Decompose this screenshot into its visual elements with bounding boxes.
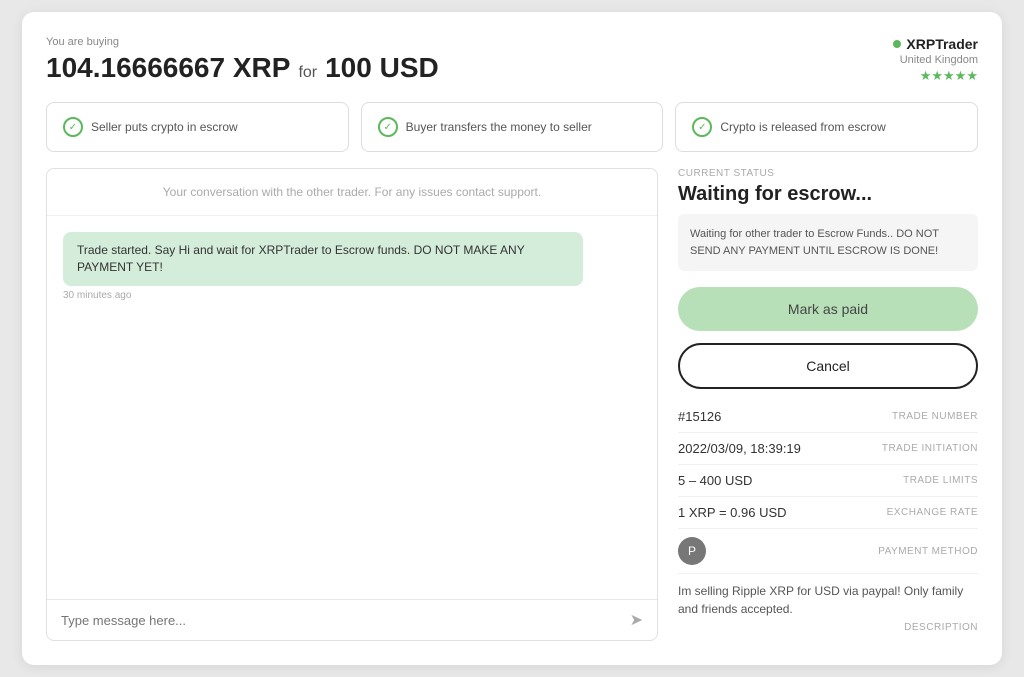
main-content: Your conversation with the other trader.… [46,168,978,641]
crypto-amount: 104.16666667 XRP [46,52,290,84]
chat-message-1: Trade started. Say Hi and wait for XRPTr… [63,232,641,301]
buying-info: You are buying 104.16666667 XRP for 100 … [46,36,439,84]
buying-label: You are buying [46,36,439,48]
chat-messages: Trade started. Say Hi and wait for XRPTr… [47,216,657,599]
step-1: ✓ Seller puts crypto in escrow [46,102,349,152]
trade-number-key: TRADE NUMBER [892,411,978,422]
step-2-icon: ✓ [378,117,398,137]
description-text: Im selling Ripple XRP for USD via paypal… [678,582,978,618]
main-container: You are buying 104.16666667 XRP for 100 … [22,12,1002,665]
trade-initiation-key: TRADE INITIATION [882,443,978,454]
exchange-rate-key: EXCHANGE RATE [887,507,978,518]
chat-bubble: Trade started. Say Hi and wait for XRPTr… [63,232,583,286]
step-3-icon: ✓ [692,117,712,137]
online-dot [893,40,901,48]
step-3: ✓ Crypto is released from escrow [675,102,978,152]
for-text: for [298,64,317,82]
exchange-rate-row: 1 XRP = 0.96 USD EXCHANGE RATE [678,497,978,529]
chat-header-note: Your conversation with the other trader.… [47,169,657,216]
payment-method-icon: P [678,537,706,565]
trade-details: #15126 TRADE NUMBER 2022/03/09, 18:39:19… [678,401,978,641]
cancel-button[interactable]: Cancel [678,343,978,389]
step-1-label: Seller puts crypto in escrow [91,119,238,136]
buying-amount: 104.16666667 XRP for 100 USD [46,52,439,84]
trade-initiation-value: 2022/03/09, 18:39:19 [678,441,801,456]
fiat-amount: 100 USD [325,52,439,84]
chat-input[interactable] [61,613,622,628]
status-section: CURRENT STATUS Waiting for escrow... Wai… [678,168,978,271]
chat-time: 30 minutes ago [63,290,641,301]
payment-method-key: PAYMENT METHOD [878,546,978,557]
trade-number-row: #15126 TRADE NUMBER [678,401,978,433]
step-2-label: Buyer transfers the money to seller [406,119,592,136]
chat-panel: Your conversation with the other trader.… [46,168,658,641]
top-bar: You are buying 104.16666667 XRP for 100 … [46,36,978,84]
chat-input-row[interactable]: ➤ [47,599,657,640]
current-status-label: CURRENT STATUS [678,168,978,179]
steps-row: ✓ Seller puts crypto in escrow ✓ Buyer t… [46,102,978,152]
send-icon[interactable]: ➤ [630,610,643,630]
exchange-rate-value: 1 XRP = 0.96 USD [678,505,787,520]
trade-number-value: #15126 [678,409,721,424]
step-2: ✓ Buyer transfers the money to seller [361,102,664,152]
right-panel: CURRENT STATUS Waiting for escrow... Wai… [678,168,978,641]
status-note: Waiting for other trader to Escrow Funds… [678,214,978,271]
step-3-label: Crypto is released from escrow [720,119,885,136]
trader-info: XRPTrader United Kingdom ★★★★★ [893,36,978,84]
status-title: Waiting for escrow... [678,183,978,206]
trader-country: United Kingdom [893,54,978,66]
step-1-icon: ✓ [63,117,83,137]
description-key: DESCRIPTION [678,622,978,633]
trade-initiation-row: 2022/03/09, 18:39:19 TRADE INITIATION [678,433,978,465]
mark-as-paid-button[interactable]: Mark as paid [678,287,978,331]
trade-limits-row: 5 – 400 USD TRADE LIMITS [678,465,978,497]
description-row: Im selling Ripple XRP for USD via paypal… [678,574,978,641]
payment-method-row: P PAYMENT METHOD [678,529,978,574]
trader-stars: ★★★★★ [893,68,978,84]
trade-limits-key: TRADE LIMITS [903,475,978,486]
trade-limits-value: 5 – 400 USD [678,473,752,488]
trader-name: XRPTrader [893,36,978,52]
